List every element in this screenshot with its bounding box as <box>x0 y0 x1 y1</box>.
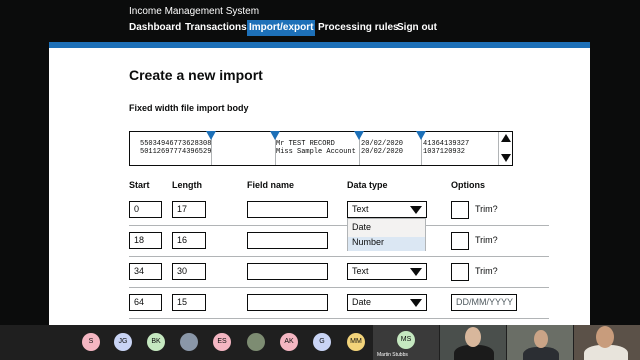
field-name-input[interactable] <box>247 201 328 218</box>
dropdown-option-date[interactable]: Date <box>352 222 371 232</box>
participant-photo-avatar[interactable] <box>247 333 265 351</box>
field-name-input[interactable] <box>247 263 328 280</box>
trim-label: Trim? <box>475 204 498 214</box>
person-face <box>465 327 481 347</box>
date-format-input[interactable]: DD/MM/YYYY <box>451 294 517 311</box>
participant-avatar: MS <box>397 331 415 349</box>
length-input[interactable]: 17 <box>172 201 206 218</box>
column-marker[interactable] <box>270 131 280 140</box>
nav-import-export[interactable]: Import/export <box>247 20 316 36</box>
start-input[interactable]: 34 <box>129 263 162 280</box>
trim-checkbox[interactable] <box>451 201 469 219</box>
start-input[interactable]: 18 <box>129 232 162 249</box>
chevron-down-icon <box>410 206 422 214</box>
nav-processing-rules[interactable]: Processing rules <box>318 20 399 36</box>
fixed-width-preview[interactable]: 55034946773628308 50112697774396529 Mr T… <box>129 131 513 166</box>
row-divider <box>129 256 549 257</box>
column-marker[interactable] <box>416 131 426 140</box>
active-speaker-tile[interactable]: MS Martin Stubbs <box>373 325 439 360</box>
col-header-data-type: Data type <box>347 180 388 190</box>
data-type-select[interactable]: Text <box>347 201 427 218</box>
participant-avatar[interactable]: JG <box>114 333 132 351</box>
length-input[interactable]: 16 <box>172 232 206 249</box>
scroll-down-icon[interactable] <box>501 154 511 162</box>
section-heading: Fixed width file import body <box>129 103 249 113</box>
video-tile[interactable] <box>440 325 506 360</box>
trim-checkbox[interactable] <box>451 232 469 250</box>
data-type-value: Text <box>352 204 369 214</box>
trim-label: Trim? <box>475 266 498 276</box>
nav-dashboard[interactable]: Dashboard <box>129 20 181 36</box>
person-silhouette <box>454 345 494 360</box>
video-tile[interactable] <box>574 325 640 360</box>
preview-seg3-line1: Mr TEST RECORD <box>276 140 335 148</box>
preview-seg4-line1: 20/02/2020 <box>361 140 404 148</box>
row-divider <box>129 318 549 319</box>
data-type-dropdown[interactable]: Date Number <box>347 218 426 251</box>
data-type-value: Text <box>352 266 369 276</box>
data-type-value: Date <box>352 297 372 307</box>
app-header: Income Management System Dashboard Trans… <box>0 0 640 44</box>
length-input[interactable]: 15 <box>172 294 206 311</box>
column-marker[interactable] <box>354 131 364 140</box>
field-name-input[interactable] <box>247 294 328 311</box>
start-input[interactable]: 64 <box>129 294 162 311</box>
participant-name: Martin Stubbs <box>377 352 408 358</box>
col-header-field-name: Field name <box>247 180 295 190</box>
person-silhouette <box>523 347 559 360</box>
video-tile[interactable] <box>507 325 573 360</box>
dropdown-option-number[interactable]: Number <box>348 237 425 251</box>
preview-scrollbar[interactable] <box>498 132 512 165</box>
preview-seg1-line1: 55034946773628308 <box>140 140 212 148</box>
row-divider <box>129 225 549 226</box>
nav-sign-out[interactable]: Sign out <box>397 20 437 36</box>
trim-label: Trim? <box>475 235 498 245</box>
row-divider <box>129 287 549 288</box>
participant-avatar[interactable]: AK <box>280 333 298 351</box>
chevron-down-icon <box>410 268 422 276</box>
participant-avatar[interactable]: MM <box>347 333 365 351</box>
participant-avatar[interactable]: ES <box>213 333 231 351</box>
data-type-select[interactable]: Date <box>347 294 427 311</box>
main-content: Create a new import Fixed width file imp… <box>49 48 590 325</box>
col-header-start: Start <box>129 180 150 190</box>
meeting-participants-bar: S JG BK ES AK G MM MS Martin Stubbs <box>0 325 640 360</box>
participant-avatar[interactable]: S <box>82 333 100 351</box>
preview-seg3-line2: Miss Sample Account <box>276 148 356 156</box>
page-title: Create a new import <box>129 67 263 83</box>
chevron-down-icon <box>410 299 422 307</box>
column-marker[interactable] <box>206 131 216 140</box>
preview-seg5-line1: 41364139327 <box>423 140 470 148</box>
trim-checkbox[interactable] <box>451 263 469 281</box>
nav-transactions[interactable]: Transactions <box>185 20 247 36</box>
preview-seg1-line2: 50112697774396529 <box>140 148 212 156</box>
app-title: Income Management System <box>129 6 260 17</box>
preview-seg5-line2: 1037120932 <box>423 148 466 156</box>
person-face <box>534 330 548 348</box>
participant-photo-avatar[interactable] <box>180 333 198 351</box>
participant-avatar[interactable]: G <box>313 333 331 351</box>
participant-avatar[interactable]: BK <box>147 333 165 351</box>
preview-seg4-line2: 20/02/2020 <box>361 148 404 156</box>
data-type-select[interactable]: Text <box>347 263 427 280</box>
person-face <box>596 326 614 348</box>
col-header-options: Options <box>451 180 485 190</box>
scroll-up-icon[interactable] <box>501 134 511 142</box>
length-input[interactable]: 30 <box>172 263 206 280</box>
field-name-input[interactable] <box>247 232 328 249</box>
col-header-length: Length <box>172 180 202 190</box>
start-input[interactable]: 0 <box>129 201 162 218</box>
